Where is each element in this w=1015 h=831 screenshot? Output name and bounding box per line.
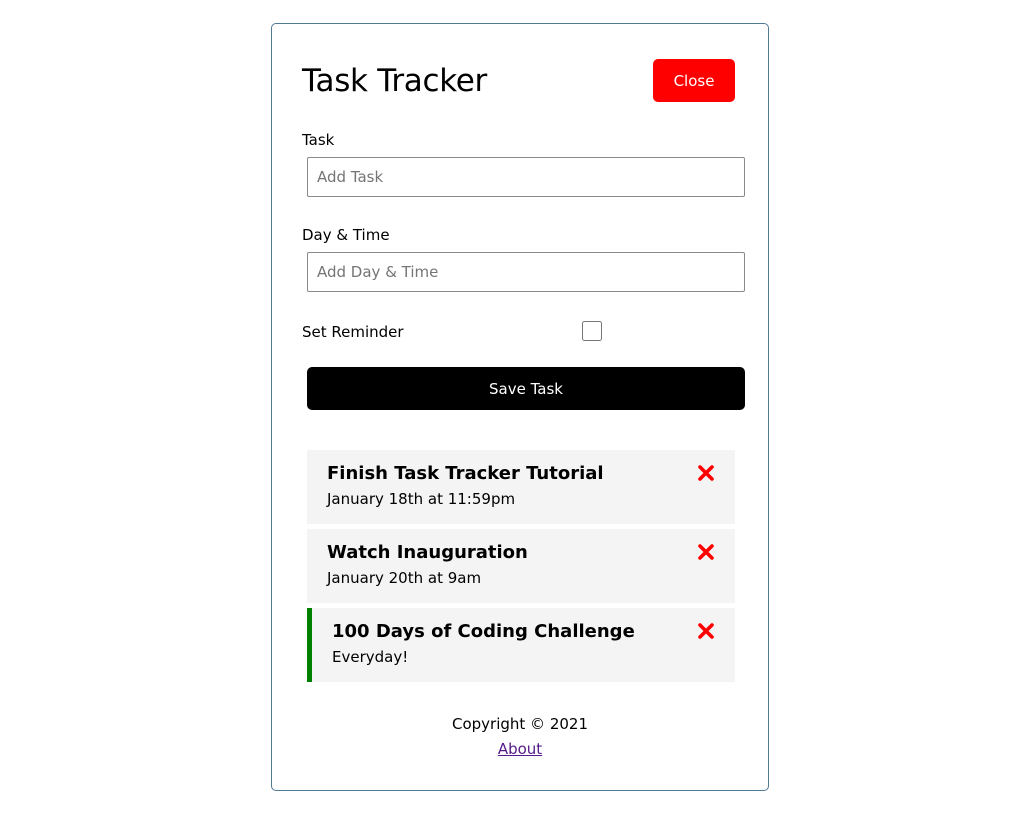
save-task-button[interactable]: Save Task bbox=[307, 367, 745, 410]
task-day: Everyday! bbox=[332, 648, 409, 666]
about-link[interactable]: About bbox=[498, 737, 542, 762]
times-icon[interactable] bbox=[697, 622, 715, 640]
task-label: Task bbox=[302, 131, 335, 149]
task-item-reminder[interactable]: 100 Days of Coding Challenge Everyday! bbox=[307, 608, 735, 682]
task-title: 100 Days of Coding Challenge bbox=[332, 621, 635, 642]
task-title: Watch Inauguration bbox=[327, 542, 528, 563]
day-time-input[interactable] bbox=[307, 252, 745, 292]
task-day: January 18th at 11:59pm bbox=[327, 490, 516, 508]
task-title: Finish Task Tracker Tutorial bbox=[327, 463, 604, 484]
copyright-text: Copyright © 2021 bbox=[451, 715, 588, 733]
task-list: Finish Task Tracker Tutorial January 18t… bbox=[307, 450, 735, 687]
close-button[interactable]: Close bbox=[653, 59, 735, 102]
task-tracker-container: Task Tracker Close Task Day & Time Set R… bbox=[271, 23, 769, 791]
task-day: January 20th at 9am bbox=[327, 569, 482, 587]
set-reminder-label: Set Reminder bbox=[302, 323, 404, 341]
set-reminder-checkbox[interactable] bbox=[582, 321, 602, 341]
times-icon[interactable] bbox=[697, 464, 715, 482]
day-time-label: Day & Time bbox=[302, 226, 390, 244]
times-icon[interactable] bbox=[697, 543, 715, 561]
footer: Copyright © 2021 About bbox=[272, 712, 768, 762]
page-title: Task Tracker bbox=[302, 63, 487, 99]
header: Task Tracker Close bbox=[302, 59, 735, 103]
task-item[interactable]: Finish Task Tracker Tutorial January 18t… bbox=[307, 450, 735, 524]
task-input[interactable] bbox=[307, 157, 745, 197]
task-item[interactable]: Watch Inauguration January 20th at 9am bbox=[307, 529, 735, 603]
